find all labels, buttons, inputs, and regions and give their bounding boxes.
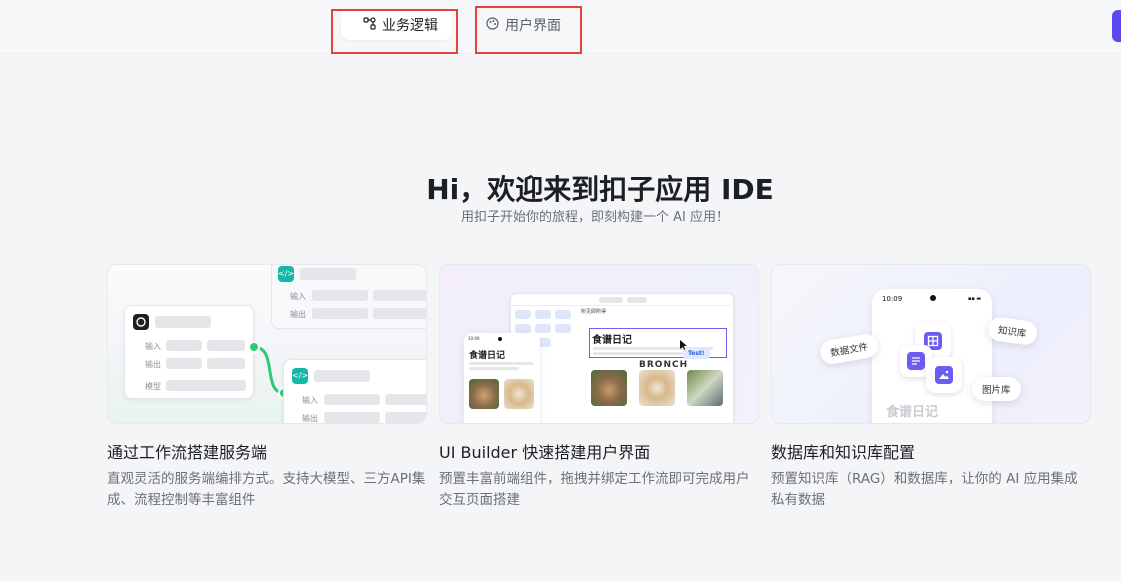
- card-database-illustration[interactable]: 10:09 ▪▪ ▬ 食谱日记 知识库 数据文件 图片库: [771, 264, 1091, 424]
- card-title-database: 数据库和知识库配置: [771, 443, 916, 462]
- node-input-label: 输入: [290, 292, 306, 301]
- node-output-label: 输出: [302, 414, 318, 423]
- food-image: [504, 379, 534, 409]
- card-desc-ui-builder: 预置丰富前端组件，拖拽并绑定工作流即可完成用户交互页面搭建: [439, 471, 750, 508]
- card-workflow-illustration[interactable]: </> 输入 输出 输入 输出 模型 </> 输入 输出: [107, 264, 427, 424]
- workflow-node-bottom: </> 输入 输出: [283, 359, 426, 423]
- workflow-node-model: 输入 输出 模型: [124, 305, 254, 399]
- workflow-node-top: </> 输入 输出: [271, 265, 426, 329]
- food-image: [687, 370, 723, 406]
- page-title: Hi，欢迎来到扣子应用 IDE: [426, 173, 774, 206]
- food-image: [591, 370, 627, 406]
- node-input-label: 输入: [302, 396, 318, 405]
- food-image: [639, 370, 675, 406]
- tag-data-files: 数据文件: [818, 332, 880, 366]
- workflow-nodes-icon: [363, 16, 376, 34]
- top-bar: 业务逻辑 用户界面: [0, 0, 1121, 54]
- cursor-icon: [680, 335, 688, 354]
- card-desc-database: 预置知识库（RAG）和数据库，让你的 AI 应用集成私有数据: [771, 471, 1078, 508]
- card-desc-workflow: 直观灵活的服务端编排方式。支持大模型、三方API集成、流程控制等丰富组件: [107, 471, 426, 508]
- model-input-label: 输入: [145, 342, 161, 351]
- page-subtitle: 用扣子开始你的旅程，即刻构建一个 AI 应用！: [461, 210, 729, 225]
- brand-text: BRONCH: [639, 360, 689, 370]
- tag-image-library: 图片库: [972, 377, 1021, 401]
- llm-icon: [133, 314, 149, 330]
- food-image: [469, 379, 499, 409]
- canvas-title: 食谱日记: [592, 335, 632, 346]
- image-icon: [935, 366, 953, 384]
- phone-time: 10:09: [882, 295, 903, 303]
- card-title-workflow: 通过工作流搭建服务端: [107, 443, 268, 462]
- tab-user-interface-label: 用户界面: [505, 18, 561, 34]
- model-output-label: 输出: [145, 360, 161, 369]
- phone-title: 食谱日记: [469, 351, 506, 361]
- model-label: 模型: [145, 382, 161, 391]
- card-title-ui-builder: UI Builder 快速搭建用户界面: [439, 443, 651, 462]
- create-button-edge[interactable]: [1112, 10, 1121, 42]
- palette-icon: [486, 16, 499, 34]
- tab-business-logic[interactable]: 业务逻辑: [341, 10, 452, 40]
- node-output-label: 输出: [290, 310, 306, 319]
- document-icon: [907, 352, 925, 370]
- phone-time: 10:09: [468, 336, 480, 341]
- phone-preview: 10:09 食谱日记: [464, 333, 540, 423]
- tab-user-interface[interactable]: 用户界面: [484, 10, 579, 40]
- signal-battery-icon: ▪▪ ▬: [968, 296, 982, 302]
- card-ui-builder-illustration[interactable]: 所见即所得 食谱日记 Test! BRONCH 10:09 食谱日记: [439, 264, 759, 424]
- tab-business-logic-label: 业务逻辑: [382, 18, 438, 34]
- tag-knowledge-base: 知识库: [986, 315, 1038, 347]
- editor-window: 所见即所得 食谱日记 Test! BRONCH: [510, 293, 735, 423]
- code-icon: </>: [278, 266, 294, 282]
- image-tile: [926, 357, 962, 393]
- code-icon: </>: [292, 368, 308, 384]
- faded-title: 食谱日记: [886, 405, 939, 420]
- editor-title: 所见即所得: [581, 309, 607, 315]
